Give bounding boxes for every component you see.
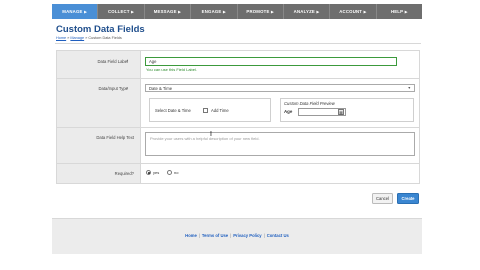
text-cursor-icon: I (210, 131, 212, 138)
triangle-right-icon: ▶ (222, 9, 226, 14)
nav-label: PROMOTE (246, 9, 270, 14)
calendar-icon[interactable]: ▦ (338, 109, 344, 115)
label-cell: Required? (57, 164, 141, 183)
footer-links: Home | Terms of Use | Privacy Policy | Contact… (52, 233, 422, 238)
nav-item-help[interactable]: HELP ▶ (377, 4, 422, 19)
row-input-type: Data/Input Type * Date & Time ▼ Select D… (57, 79, 419, 128)
left-margin (0, 0, 52, 270)
nav-label: MANAGE (62, 9, 83, 14)
top-nav: MANAGE ▶ COLLECT ▶ MESSAGE ▶ ENGAGE ▶ PROMOT… (52, 4, 422, 19)
date-options-box: Select Date & Time Add Time (149, 98, 271, 122)
nav-label: ACCOUNT (339, 9, 363, 14)
nav-item-promote[interactable]: PROMOTE ▶ (238, 4, 284, 19)
triangle-right-icon: ▶ (363, 9, 367, 14)
footer-separator: | (198, 233, 200, 238)
preview-field-label: Age (284, 109, 293, 114)
breadcrumb-separator: » (85, 36, 88, 40)
footer: Home | Terms of Use | Privacy Policy | Contact… (52, 218, 422, 254)
field-label-hint: You can use this Field Label. (146, 67, 197, 72)
footer-home-link[interactable]: Home (185, 233, 197, 238)
nav-item-analyze[interactable]: ANALYZE ▶ (284, 4, 331, 19)
input-type-selected: Date & Time (149, 85, 173, 91)
custom-field-form: Data Field Label * Age You can use this … (56, 50, 420, 184)
cancel-button[interactable]: Cancel (372, 193, 393, 204)
row-help-text: Data Field Help Text Provide your users … (57, 128, 419, 164)
footer-contact-link[interactable]: Contact Us (267, 233, 289, 238)
add-time-checkbox[interactable] (203, 108, 208, 113)
triangle-right-icon: ▶ (131, 9, 135, 14)
triangle-right-icon: ▶ (316, 9, 320, 14)
add-time-label: Add Time (211, 108, 229, 113)
breadcrumb-current: Custom Data Fields (88, 36, 122, 40)
preview-box: Custom Data Field Preview Age ▦ (280, 98, 414, 122)
nav-item-account[interactable]: ACCOUNT ▶ (330, 4, 377, 19)
help-text-textarea[interactable]: Provide your users with a helpful descri… (145, 132, 415, 156)
label-cell: Data Field Label * (57, 51, 141, 78)
triangle-right-icon: ▶ (178, 9, 182, 14)
footer-privacy-link[interactable]: Privacy Policy (233, 233, 261, 238)
breadcrumb-manage-link[interactable]: Manage (70, 36, 84, 40)
triangle-right-icon: ▶ (84, 9, 88, 14)
footer-terms-link[interactable]: Terms of Use (202, 233, 228, 238)
required-no-radio[interactable] (167, 170, 172, 175)
triangle-right-icon: ▶ (271, 9, 274, 14)
required-yes-label: yes (153, 170, 160, 175)
page: MANAGE ▶ COLLECT ▶ MESSAGE ▶ ENGAGE ▶ PROMOT… (0, 0, 480, 270)
footer-separator: | (263, 233, 265, 238)
required-no-label: no (174, 170, 179, 175)
breadcrumb: Home » Manage » Custom Data Fields (56, 36, 122, 40)
input-type-select[interactable]: Date & Time ▼ (145, 84, 415, 92)
help-text-label: Data Field Help Text (96, 135, 134, 140)
create-button[interactable]: Create (397, 193, 419, 204)
row-field-label: Data Field Label * Age You can use this … (57, 51, 419, 79)
row-required: Required? yes no (57, 164, 419, 183)
chevron-down-icon: ▼ (407, 86, 411, 90)
title-divider (55, 43, 421, 44)
required-yes-radio[interactable] (146, 170, 151, 175)
nav-item-manage[interactable]: MANAGE ▶ (52, 4, 99, 19)
nav-label: MESSAGE (153, 9, 177, 14)
preview-title: Custom Data Field Preview (284, 101, 335, 106)
breadcrumb-home-link[interactable]: Home (56, 36, 66, 40)
nav-item-engage[interactable]: ENGAGE ▶ (191, 4, 238, 19)
page-title: Custom Data Fields (56, 24, 145, 35)
select-date-time-text: Select Date & Time (155, 108, 191, 113)
field-label-input[interactable]: Age (145, 57, 397, 66)
nav-label: ANALYZE (293, 9, 315, 14)
nav-label: HELP (390, 9, 404, 14)
nav-item-collect[interactable]: COLLECT ▶ (98, 4, 145, 19)
nav-item-message[interactable]: MESSAGE ▶ (145, 4, 192, 19)
breadcrumb-separator: » (67, 36, 70, 40)
nav-label: COLLECT (107, 9, 130, 14)
label-cell: Data Field Help Text (57, 128, 141, 163)
triangle-right-icon: ▶ (404, 9, 408, 14)
footer-separator: | (230, 233, 232, 238)
nav-label: ENGAGE (201, 9, 222, 14)
required-label: Required? (114, 171, 134, 176)
label-cell: Data/Input Type * (57, 79, 141, 127)
